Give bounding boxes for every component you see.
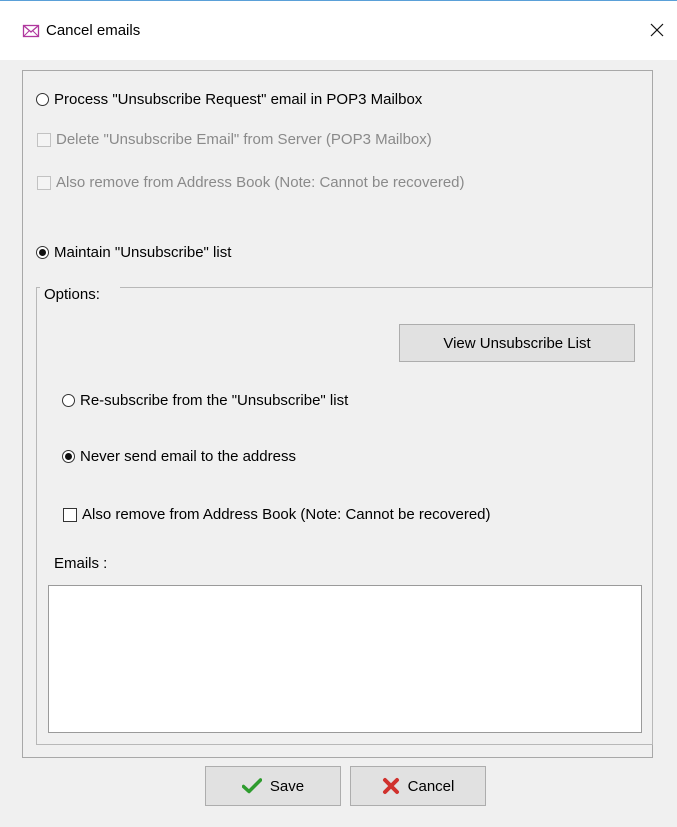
pop3-remove-address-checkbox — [37, 175, 51, 190]
emails-label: Emails : — [54, 555, 108, 572]
pop3-radio[interactable] — [36, 93, 49, 106]
view-unsubscribe-list-button[interactable]: View Unsubscribe List — [399, 324, 635, 362]
title-bar: Cancel emails — [0, 0, 677, 60]
close-icon — [650, 23, 664, 37]
save-button[interactable]: Save — [205, 766, 341, 806]
cancel-button[interactable]: Cancel — [350, 766, 486, 806]
maintain-list-radio[interactable] — [36, 246, 49, 259]
close-button[interactable] — [637, 1, 677, 59]
never-send-label: Never send email to the address — [80, 448, 296, 465]
pop3-remove-address-option: Also remove from Address Book (Note: Can… — [37, 174, 465, 191]
options-border — [120, 287, 653, 288]
remove-address-label: Also remove from Address Book (Note: Can… — [82, 506, 491, 523]
resubscribe-label: Re-subscribe from the "Unsubscribe" list — [80, 392, 349, 409]
emails-textarea[interactable] — [48, 585, 642, 733]
never-send-radio[interactable] — [62, 450, 75, 463]
resubscribe-radio[interactable] — [62, 394, 75, 407]
envelope-icon — [22, 24, 40, 38]
delete-from-server-label: Delete "Unsubscribe Email" from Server (… — [56, 131, 432, 148]
pop3-option[interactable]: Process "Unsubscribe Request" email in P… — [36, 91, 422, 108]
x-cross-icon — [382, 778, 399, 794]
save-label: Save — [269, 777, 305, 795]
options-legend: Options: — [42, 286, 102, 303]
cancel-label: Cancel — [407, 777, 455, 795]
delete-from-server-checkbox — [37, 132, 51, 147]
maintain-list-option[interactable]: Maintain "Unsubscribe" list — [36, 244, 231, 261]
maintain-list-label: Maintain "Unsubscribe" list — [54, 244, 232, 261]
resubscribe-option[interactable]: Re-subscribe from the "Unsubscribe" list — [62, 392, 348, 409]
delete-from-server-option: Delete "Unsubscribe Email" from Server (… — [37, 131, 432, 148]
never-send-option[interactable]: Never send email to the address — [62, 448, 296, 465]
pop3-remove-address-label: Also remove from Address Book (Note: Can… — [56, 174, 465, 191]
remove-address-checkbox[interactable] — [63, 507, 77, 522]
window-title: Cancel emails — [46, 22, 141, 39]
remove-address-option[interactable]: Also remove from Address Book (Note: Can… — [63, 506, 491, 523]
checkmark-icon — [241, 778, 262, 794]
pop3-radio-label: Process "Unsubscribe Request" email in P… — [54, 91, 423, 108]
options-border — [36, 287, 40, 288]
